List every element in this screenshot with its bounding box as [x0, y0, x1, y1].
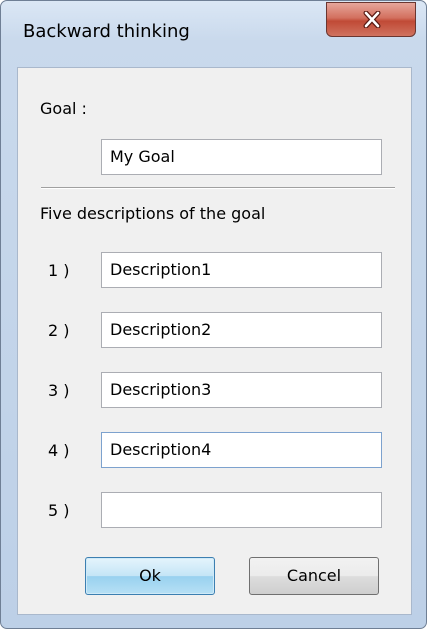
goal-label: Goal : [40, 99, 87, 118]
description-input-4[interactable]: Description4 [101, 432, 382, 468]
description-number-2: 2 ) [48, 321, 70, 340]
cancel-button[interactable]: Cancel [249, 557, 379, 595]
title-bar[interactable]: Backward thinking [1, 1, 426, 67]
description-number-4: 4 ) [48, 441, 70, 460]
description-input-2[interactable]: Description2 [101, 312, 382, 348]
description-input-3[interactable]: Description3 [101, 372, 382, 408]
dialog-content: Goal : My Goal Five descriptions of the … [17, 67, 412, 615]
window-title: Backward thinking [23, 21, 190, 42]
dialog-window: Backward thinking Goal : My Goal Five de… [0, 0, 427, 629]
close-button[interactable] [326, 2, 416, 37]
close-icon [363, 11, 381, 28]
goal-input[interactable]: My Goal [101, 139, 382, 175]
description-number-1: 1 ) [48, 261, 70, 280]
description-input-5[interactable] [101, 492, 382, 528]
separator [41, 187, 395, 189]
ok-button[interactable]: Ok [85, 557, 215, 595]
description-input-1[interactable]: Description1 [101, 252, 382, 288]
description-number-5: 5 ) [48, 501, 70, 520]
descriptions-heading: Five descriptions of the goal [40, 204, 266, 223]
description-number-3: 3 ) [48, 381, 70, 400]
